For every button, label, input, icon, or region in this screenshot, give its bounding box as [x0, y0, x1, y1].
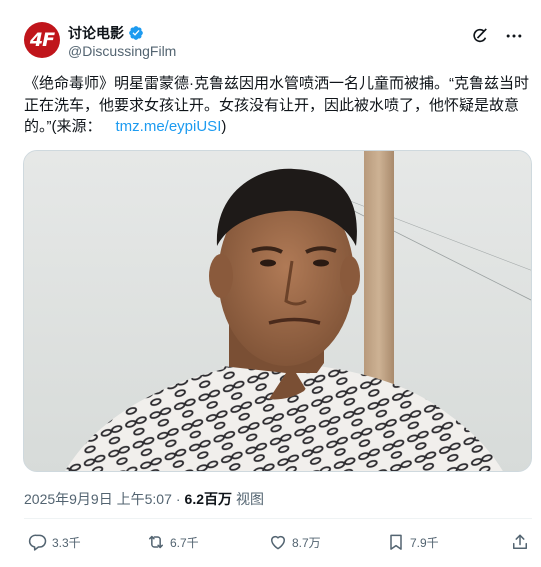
like-count: 8.7万	[292, 535, 321, 550]
author-display-name[interactable]: 讨论电影	[68, 23, 124, 43]
verified-badge-icon	[129, 26, 143, 40]
share-icon	[513, 534, 527, 549]
tweet-meta: 2025年9月9日 上午5:07 · 6.2百万 视图	[24, 489, 264, 509]
like-button[interactable]: 8.7万	[268, 532, 321, 552]
more-icon[interactable]	[504, 26, 524, 46]
author-handle[interactable]: @DiscussingFilm	[68, 43, 176, 59]
author-avatar[interactable]: 4F	[24, 22, 60, 58]
meta-separator: ·	[175, 491, 181, 507]
tweet-body-end: )	[221, 118, 227, 135]
reply-icon	[28, 534, 47, 551]
views-count: 6.2百万	[184, 491, 232, 507]
reply-count: 3.3千	[52, 535, 81, 550]
share-button[interactable]	[510, 532, 530, 552]
header-actions	[470, 26, 524, 46]
like-icon	[271, 535, 285, 550]
divider	[24, 518, 532, 519]
tweet-media-image[interactable]	[23, 150, 532, 472]
retweet-count: 6.7千	[170, 535, 199, 550]
tweet-actions: 3.3千 6.7千 8.7万 7.9千	[24, 532, 532, 558]
views-label: 视图	[236, 491, 264, 507]
grok-icon[interactable]	[470, 26, 490, 46]
tweet-header: 4F 讨论电影 @DiscussingFilm	[24, 22, 524, 62]
tweet-timestamp[interactable]: 2025年9月9日 上午5:07	[24, 489, 172, 509]
avatar-logo: 4F	[29, 29, 55, 51]
bookmark-count: 7.9千	[410, 535, 439, 550]
tweet-source-link[interactable]: tmz.me/eypiUSI	[116, 118, 222, 135]
author-name-row: 讨论电影	[68, 23, 144, 43]
tweet-text: 《绝命毒师》明星雷蒙德·克鲁兹因用水管喷洒一名儿童而被捕。“克鲁兹当时正在洗车，…	[24, 73, 532, 138]
retweet-icon	[149, 535, 163, 549]
bookmark-button[interactable]: 7.9千	[386, 532, 439, 552]
bookmark-icon	[390, 534, 402, 550]
photo-illustration	[24, 151, 531, 471]
tweet-body: 《绝命毒师》明星雷蒙德·克鲁兹因用水管喷洒一名儿童而被捕。“克鲁兹当时正在洗车，…	[24, 75, 529, 135]
retweet-button[interactable]: 6.7千	[146, 532, 199, 552]
reply-button[interactable]: 3.3千	[28, 532, 81, 552]
